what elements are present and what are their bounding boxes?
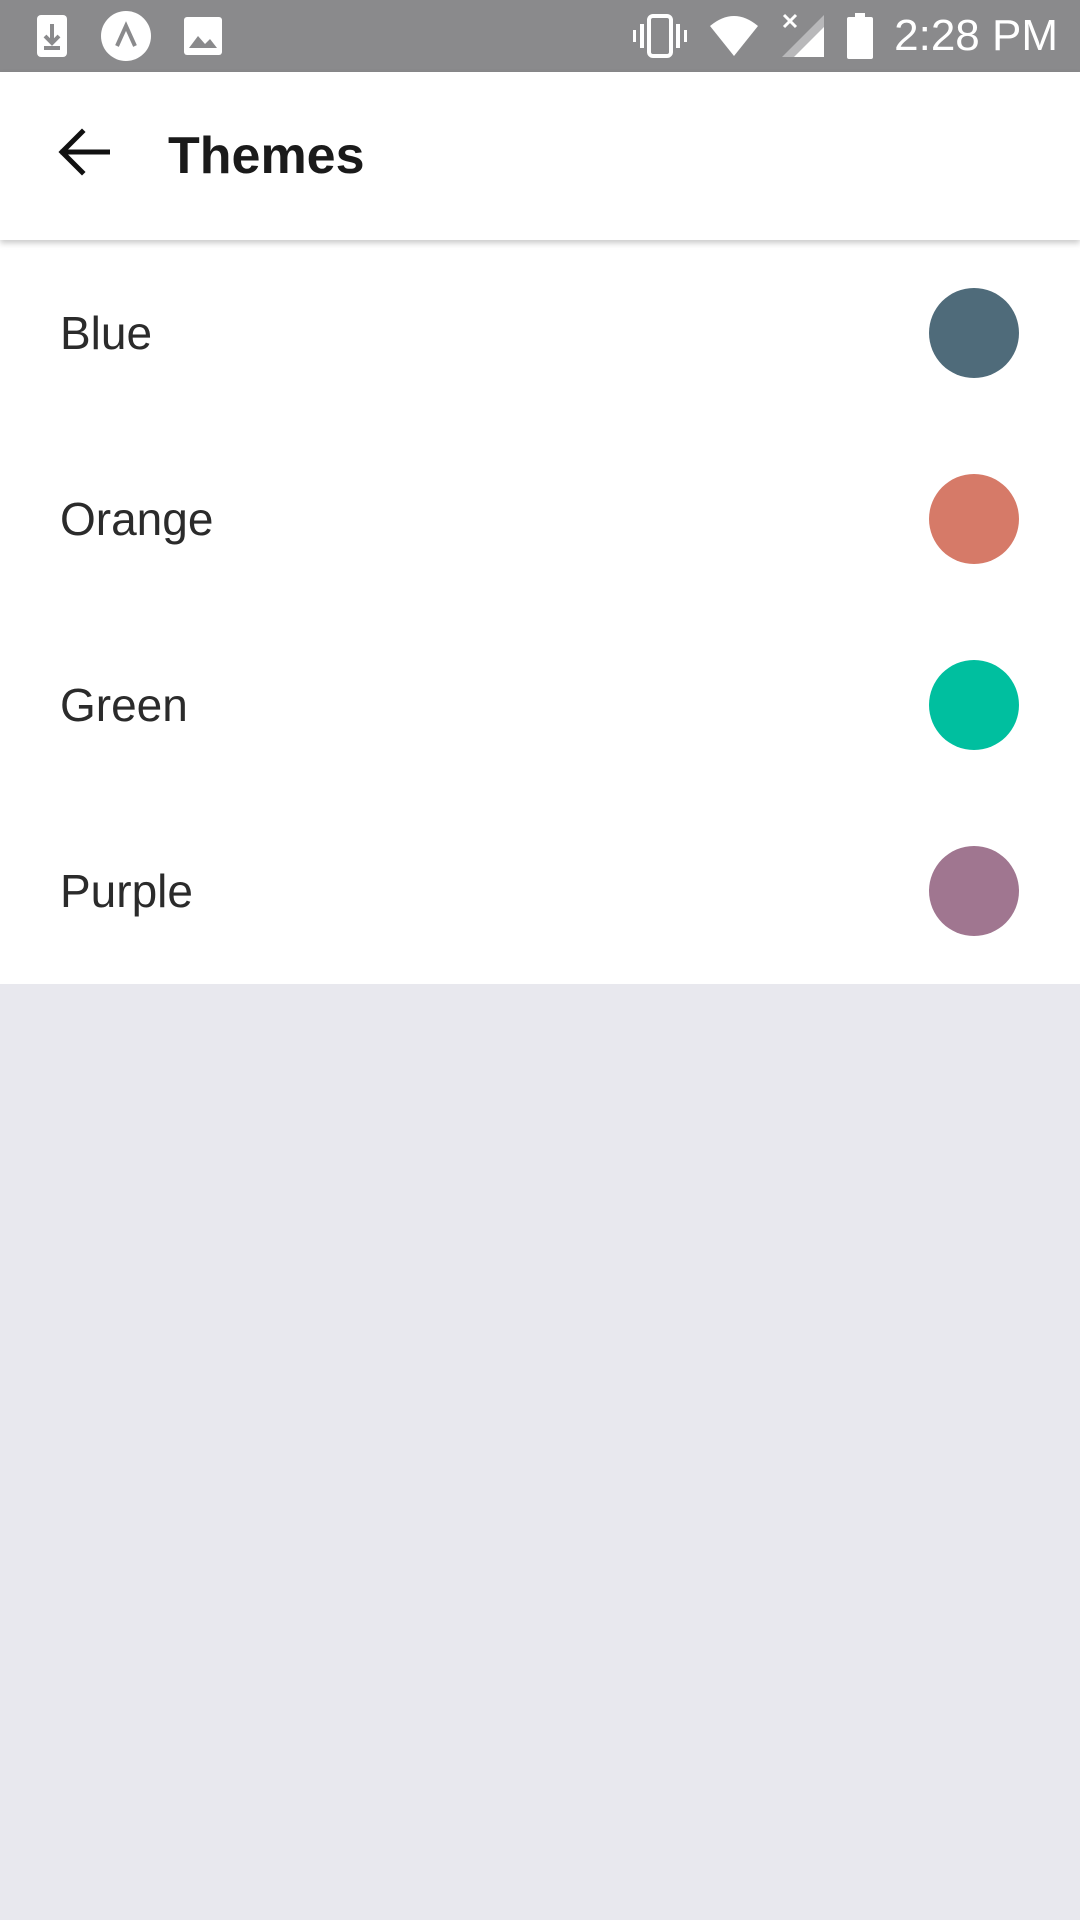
wifi-icon	[708, 14, 760, 58]
theme-color-swatch	[929, 288, 1019, 378]
theme-item-orange[interactable]: Orange	[0, 426, 1080, 612]
back-button[interactable]	[44, 114, 124, 194]
theme-label: Orange	[60, 493, 214, 545]
theme-color-swatch	[929, 846, 1019, 936]
app-notification-icon	[100, 10, 152, 62]
notification-icons	[34, 0, 254, 72]
theme-label: Green	[60, 679, 188, 731]
theme-item-green[interactable]: Green	[0, 612, 1080, 798]
battery-icon	[846, 13, 874, 59]
page-title: Themes	[168, 127, 365, 185]
app-bar: Themes	[0, 72, 1080, 240]
theme-color-swatch	[929, 474, 1019, 564]
theme-list: Blue Orange Green Purple	[0, 240, 1080, 984]
theme-color-swatch	[929, 660, 1019, 750]
vibrate-icon	[632, 14, 688, 58]
theme-label: Purple	[60, 865, 193, 917]
cell-signal-icon	[780, 13, 826, 59]
theme-label: Blue	[60, 307, 153, 359]
status-time: 2:28 PM	[894, 11, 1058, 60]
arrow-left-icon	[58, 128, 111, 180]
download-notification-icon	[34, 12, 70, 60]
system-icons: 2:28 PM	[612, 0, 1058, 72]
theme-item-blue[interactable]: Blue	[0, 240, 1080, 426]
status-bar: 2:28 PM	[0, 0, 1080, 72]
empty-background	[0, 984, 1080, 1920]
image-notification-icon	[182, 15, 224, 57]
theme-item-purple[interactable]: Purple	[0, 798, 1080, 984]
